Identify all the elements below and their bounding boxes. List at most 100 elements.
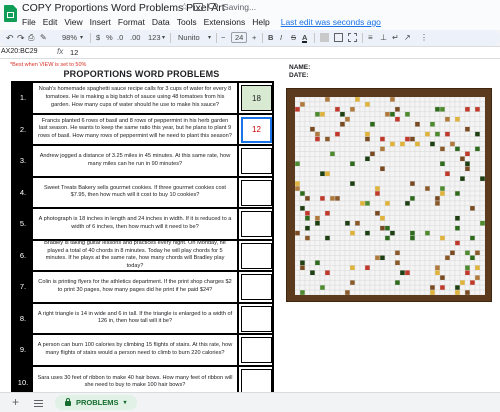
- font-size-input[interactable]: 24: [231, 32, 248, 43]
- menu-view[interactable]: View: [64, 17, 82, 27]
- pixel-cell: [304, 121, 311, 127]
- pixel-cell: [339, 289, 346, 295]
- answer-cell[interactable]: [241, 305, 272, 332]
- zoom-dropdown-icon[interactable]: ▾: [80, 33, 83, 43]
- menu-edit[interactable]: Edit: [43, 17, 58, 27]
- cloud-status-icon: [208, 3, 218, 9]
- merge-cells-icon[interactable]: [348, 33, 357, 42]
- move-folder-icon[interactable]: [193, 3, 203, 11]
- toolbar-divider: [170, 33, 171, 43]
- pixel-cell: [334, 161, 341, 167]
- pixel-cell: [459, 279, 466, 286]
- text-rotation-icon[interactable]: ↗: [404, 33, 411, 43]
- sheets-logo-icon[interactable]: [4, 5, 17, 22]
- pixel-cell: [394, 270, 401, 276]
- zoom-select[interactable]: 98%: [62, 33, 77, 43]
- pixel-cell: [469, 185, 476, 192]
- last-edit-link[interactable]: Last edit was seconds ago: [281, 17, 381, 27]
- text-color-button[interactable]: A: [302, 33, 308, 43]
- answer-cell[interactable]: 18: [241, 85, 272, 111]
- chevron-down-icon[interactable]: ▾: [124, 399, 127, 406]
- font-select[interactable]: Nunito: [178, 33, 200, 43]
- percent-format-button[interactable]: %: [106, 33, 113, 43]
- answer-cell[interactable]: [241, 211, 272, 237]
- pixel-cell: [409, 126, 416, 132]
- pixel-cell: [384, 126, 391, 132]
- borders-icon[interactable]: [334, 33, 343, 42]
- star-icon[interactable]: ☆: [180, 2, 189, 13]
- pixel-cell: [429, 205, 436, 212]
- answer-cell[interactable]: [241, 148, 272, 174]
- pixel-cell: [424, 200, 431, 207]
- pixel-cell: [354, 151, 361, 157]
- pixel-cell: [364, 200, 371, 207]
- pixel-cell: [464, 195, 471, 202]
- pixel-cell: [349, 289, 356, 295]
- answer-cell[interactable]: [241, 179, 272, 206]
- pixel-cell: [344, 220, 351, 226]
- pixel-cell: [384, 101, 391, 108]
- menu-tools[interactable]: Tools: [177, 17, 197, 27]
- answer-cell[interactable]: 12: [241, 116, 272, 143]
- sheet-grid[interactable]: *Best when VIEW is set to 50% PROPORTION…: [0, 59, 500, 392]
- redo-icon[interactable]: ↷: [17, 33, 25, 43]
- font-size-increase-icon[interactable]: +: [252, 33, 256, 43]
- pixel-cell: [454, 279, 461, 286]
- undo-icon[interactable]: ↶: [6, 33, 14, 43]
- strikethrough-button[interactable]: S: [291, 33, 296, 43]
- pixel-cell: [304, 190, 311, 197]
- increase-decimal-button[interactable]: .00: [130, 33, 140, 43]
- number-format-button[interactable]: 123: [148, 33, 161, 43]
- pixel-cell: [349, 111, 356, 118]
- pixel-cell: [464, 171, 471, 177]
- pixel-cell: [449, 235, 456, 241]
- bold-button[interactable]: B: [268, 33, 273, 43]
- pixel-cell: [319, 136, 326, 142]
- name-box[interactable]: AX20:BC29: [1, 48, 38, 55]
- all-sheets-icon[interactable]: [34, 400, 43, 401]
- pixel-cell: [384, 215, 391, 221]
- pixel-cell: [464, 225, 471, 231]
- text-wrap-icon[interactable]: ↵: [392, 33, 399, 43]
- formula-input[interactable]: 12: [70, 48, 78, 57]
- menu-extensions[interactable]: Extensions: [204, 17, 246, 27]
- menu-data[interactable]: Data: [152, 17, 170, 27]
- pixel-cell: [429, 161, 436, 167]
- pixel-cell: [429, 106, 436, 113]
- menu-insert[interactable]: Insert: [90, 17, 111, 27]
- pixel-cell: [454, 284, 461, 291]
- number-format-dropdown-icon[interactable]: ▾: [162, 33, 165, 43]
- currency-format-button[interactable]: $: [96, 33, 100, 43]
- pixel-cell: [409, 205, 416, 212]
- menu-file[interactable]: File: [22, 17, 36, 27]
- print-icon[interactable]: ⎙: [28, 33, 34, 43]
- pixel-cell: [304, 166, 311, 172]
- vertical-align-icon[interactable]: ⊥: [380, 33, 387, 43]
- align-left-icon[interactable]: ≡: [368, 33, 373, 43]
- pixel-cell: [309, 220, 316, 226]
- pixel-cell: [344, 274, 351, 281]
- menu-format[interactable]: Format: [118, 17, 145, 27]
- pixel-cell: [449, 116, 456, 122]
- problem-text: A photograph is 18 inches in length and …: [33, 209, 239, 239]
- decrease-decimal-button[interactable]: .0: [117, 33, 123, 43]
- pixel-cell: [339, 106, 346, 113]
- pixel-cell: [449, 166, 456, 172]
- answer-cell[interactable]: [241, 368, 272, 392]
- pixel-cell: [404, 215, 411, 221]
- answer-cell[interactable]: [241, 274, 272, 300]
- toolbar-divider: [314, 33, 315, 43]
- add-sheet-icon[interactable]: +: [12, 396, 19, 408]
- font-dropdown-icon[interactable]: ▾: [208, 33, 211, 43]
- menu-help[interactable]: Help: [252, 17, 269, 27]
- pixel-cell: [354, 220, 361, 226]
- pixel-cell: [474, 195, 481, 202]
- answer-cell[interactable]: [241, 242, 272, 269]
- fill-color-icon[interactable]: [320, 33, 329, 42]
- font-size-decrease-icon[interactable]: −: [221, 33, 225, 43]
- more-options-icon[interactable]: ⋮: [420, 33, 428, 43]
- italic-button[interactable]: I: [280, 33, 282, 43]
- answer-cell[interactable]: [241, 337, 272, 363]
- tab-problems[interactable]: PROBLEMS ▾: [55, 395, 137, 410]
- paint-format-icon[interactable]: ✎: [40, 33, 47, 43]
